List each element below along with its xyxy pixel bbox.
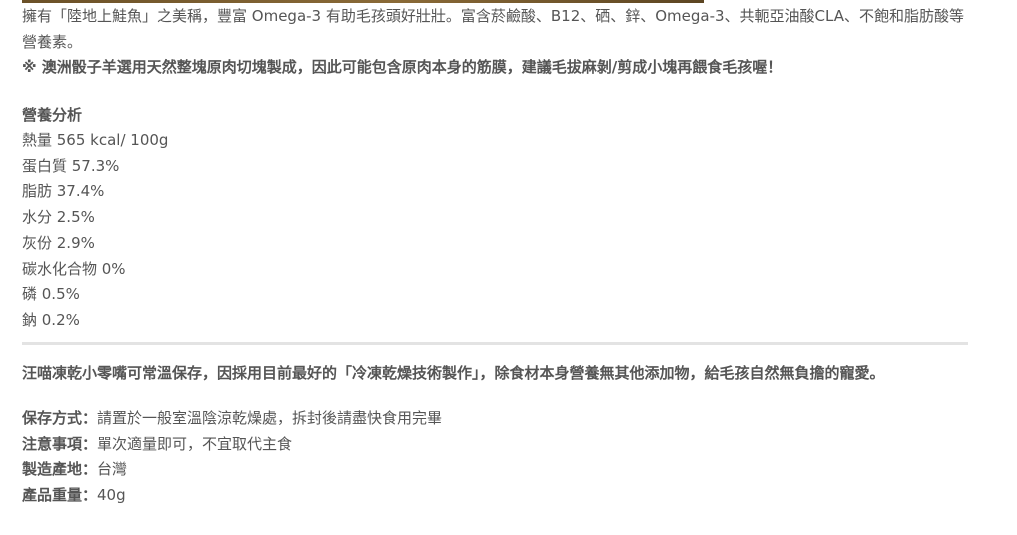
detail-value: 單次適量即可，不宜取代主食 <box>97 434 293 453</box>
detail-storage-method: 保存方式：請置於一般室溫陰涼乾燥處，拆封後請盡快食用完畢 <box>22 406 968 432</box>
detail-key: 保存方式： <box>22 409 98 428</box>
detail-key: 製造產地： <box>22 460 98 479</box>
detail-value: 台灣 <box>97 460 128 479</box>
intro-paragraph: 擁有「陸地上鮭魚」之美稱，豐富 Omega-3 有助毛孩頭好壯壯。富含菸鹼酸、B… <box>22 7 964 51</box>
nutrition-item-carbohydrate: 碳水化合物 0% <box>22 259 126 278</box>
nutrition-item-ash: 灰份 2.9% <box>22 233 95 252</box>
detail-weight: 產品重量：40g <box>22 483 968 509</box>
nutrition-item-phosphorus: 磷 0.5% <box>22 285 80 304</box>
detail-value: 40g <box>97 485 126 504</box>
detail-key: 注意事項： <box>22 434 98 453</box>
detail-value: 請置於一般室溫陰涼乾燥處，拆封後請盡快食用完畢 <box>97 409 443 428</box>
detail-origin: 製造產地：台灣 <box>22 457 968 483</box>
nutrition-heading: 營養分析 <box>22 105 83 124</box>
cutting-note: ※ 澳洲骰子羊選用天然整塊原肉切塊製成，因此可能包含原肉本身的筋膜，建議毛拔麻剝… <box>22 58 783 76</box>
product-details: 保存方式：請置於一般室溫陰涼乾燥處，拆封後請盡快食用完畢 注意事項：單次適量即可… <box>22 406 968 508</box>
section-divider <box>22 341 968 345</box>
nutrition-item-protein: 蛋白質 57.3% <box>22 156 120 175</box>
storage-note: 汪喵凍乾小零嘴可常溫保存，因採用目前最好的「冷凍乾燥技術製作」，除食材本身營養無… <box>22 363 885 382</box>
detail-key: 產品重量： <box>22 485 98 504</box>
product-image-bottom-edge <box>22 0 704 3</box>
nutrition-item-calories: 熱量 565 kcal/ 100g <box>22 131 169 149</box>
nutrition-item-sodium: 鈉 0.2% <box>22 310 80 329</box>
nutrition-list: 熱量 565 kcal/ 100g 蛋白質 57.3% 脂肪 37.4% 水分 … <box>22 128 968 334</box>
product-description: 擁有「陸地上鮭魚」之美稱，豐富 Omega-3 有助毛孩頭好壯壯。富含菸鹼酸、B… <box>22 4 968 508</box>
nutrition-item-fat: 脂肪 37.4% <box>22 182 105 201</box>
nutrition-item-moisture: 水分 2.5% <box>22 208 95 227</box>
detail-precautions: 注意事項：單次適量即可，不宜取代主食 <box>22 432 968 458</box>
